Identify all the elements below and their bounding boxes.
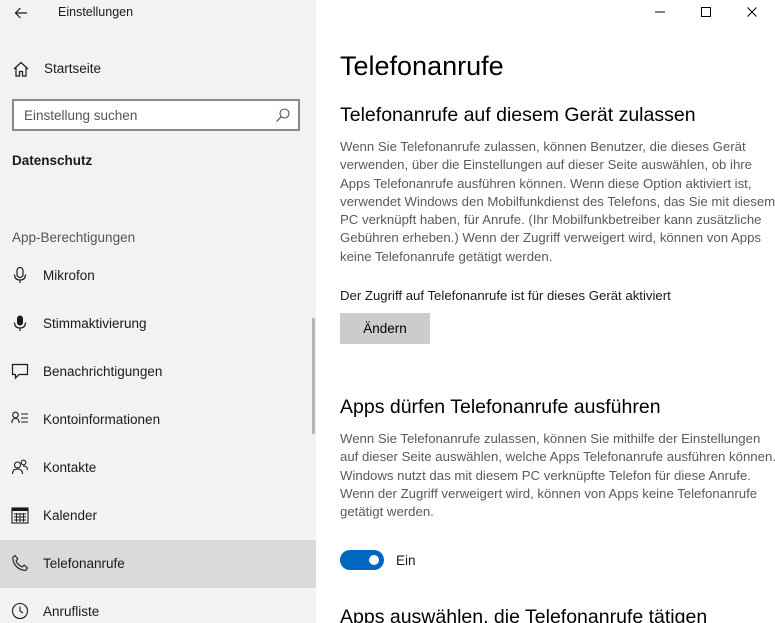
contacts-icon xyxy=(11,459,29,475)
sidebar-item-label: Kontoinformationen xyxy=(43,412,161,427)
close-button[interactable] xyxy=(729,0,775,24)
sidebar-item-label: Stimmaktivierung xyxy=(43,316,147,331)
close-icon xyxy=(747,7,757,17)
sidebar-item-kalender[interactable]: Kalender xyxy=(0,492,316,540)
section-title: Datenschutz xyxy=(12,153,93,168)
sidebar-item-stimmaktivierung[interactable]: Stimmaktivierung xyxy=(0,300,316,348)
access-status-text: Der Zugriff auf Telefonanrufe ist für di… xyxy=(340,288,671,303)
sidebar-item-label: Benachrichtigungen xyxy=(43,364,163,379)
sidebar-item-label: Telefonanrufe xyxy=(43,556,125,571)
search-box[interactable] xyxy=(12,99,300,131)
apps-phone-call-toggle[interactable] xyxy=(340,550,384,570)
group-label: App-Berechtigungen xyxy=(12,230,136,245)
sidebar-item-label: Kalender xyxy=(43,508,98,523)
maximize-icon xyxy=(701,7,711,17)
phone-icon xyxy=(12,554,29,572)
account-info-icon xyxy=(11,411,28,424)
call-history-icon xyxy=(11,602,29,620)
microphone-icon xyxy=(13,266,27,283)
section-heading-choose-apps: Apps auswählen, die Telefonanrufe tätige… xyxy=(340,606,708,623)
sidebar-scrollbar[interactable] xyxy=(312,318,315,434)
section-heading-allow-device: Telefonanrufe auf diesem Gerät zulassen xyxy=(340,104,696,126)
toggle-state-label: Ein xyxy=(396,553,416,568)
sidebar-item-benachrichtigungen[interactable]: Benachrichtigungen xyxy=(0,348,316,396)
minimize-icon xyxy=(655,11,665,13)
back-button[interactable] xyxy=(10,2,32,24)
sidebar-item-kontakte[interactable]: Kontakte xyxy=(0,444,316,492)
app-title: Einstellungen xyxy=(58,5,134,19)
sidebar-item-telefonanrufe[interactable]: Telefonanrufe xyxy=(0,540,316,588)
maximize-button[interactable] xyxy=(683,0,729,24)
search-icon[interactable] xyxy=(275,107,291,123)
sidebar-item-home[interactable]: Startseite xyxy=(0,52,316,86)
minimize-button[interactable] xyxy=(637,0,683,24)
section-description-allow-device: Wenn Sie Telefonanrufe zulassen, können … xyxy=(340,139,775,264)
sidebar-item-label: Anrufliste xyxy=(43,604,100,619)
toggle-knob xyxy=(369,555,379,565)
title-bar: Einstellungen xyxy=(0,0,316,26)
calendar-icon xyxy=(11,507,29,524)
sidebar-item-mikrofon[interactable]: Mikrofon xyxy=(0,252,316,300)
sidebar: Einstellungen Startseite Datenschutz App… xyxy=(0,0,316,623)
section-heading-apps-allowed: Apps dürfen Telefonanrufe ausführen xyxy=(340,396,661,418)
notification-icon xyxy=(11,363,29,380)
voice-activation-icon xyxy=(13,315,27,331)
sidebar-item-label: Startseite xyxy=(44,61,102,76)
home-icon xyxy=(13,61,29,77)
page-title: Telefonanrufe xyxy=(340,51,504,81)
section-description-apps-allowed: Wenn Sie Telefonanrufe zulassen, können … xyxy=(340,431,775,520)
back-arrow-icon xyxy=(14,7,27,19)
sidebar-item-kontoinformationen[interactable]: Kontoinformationen xyxy=(0,396,316,444)
sidebar-item-label: Mikrofon xyxy=(43,268,95,283)
sidebar-item-anrufliste[interactable]: Anrufliste xyxy=(0,588,316,623)
change-button[interactable]: Ändern xyxy=(340,313,430,344)
sidebar-item-label: Kontakte xyxy=(43,460,97,475)
search-input[interactable] xyxy=(14,101,264,129)
